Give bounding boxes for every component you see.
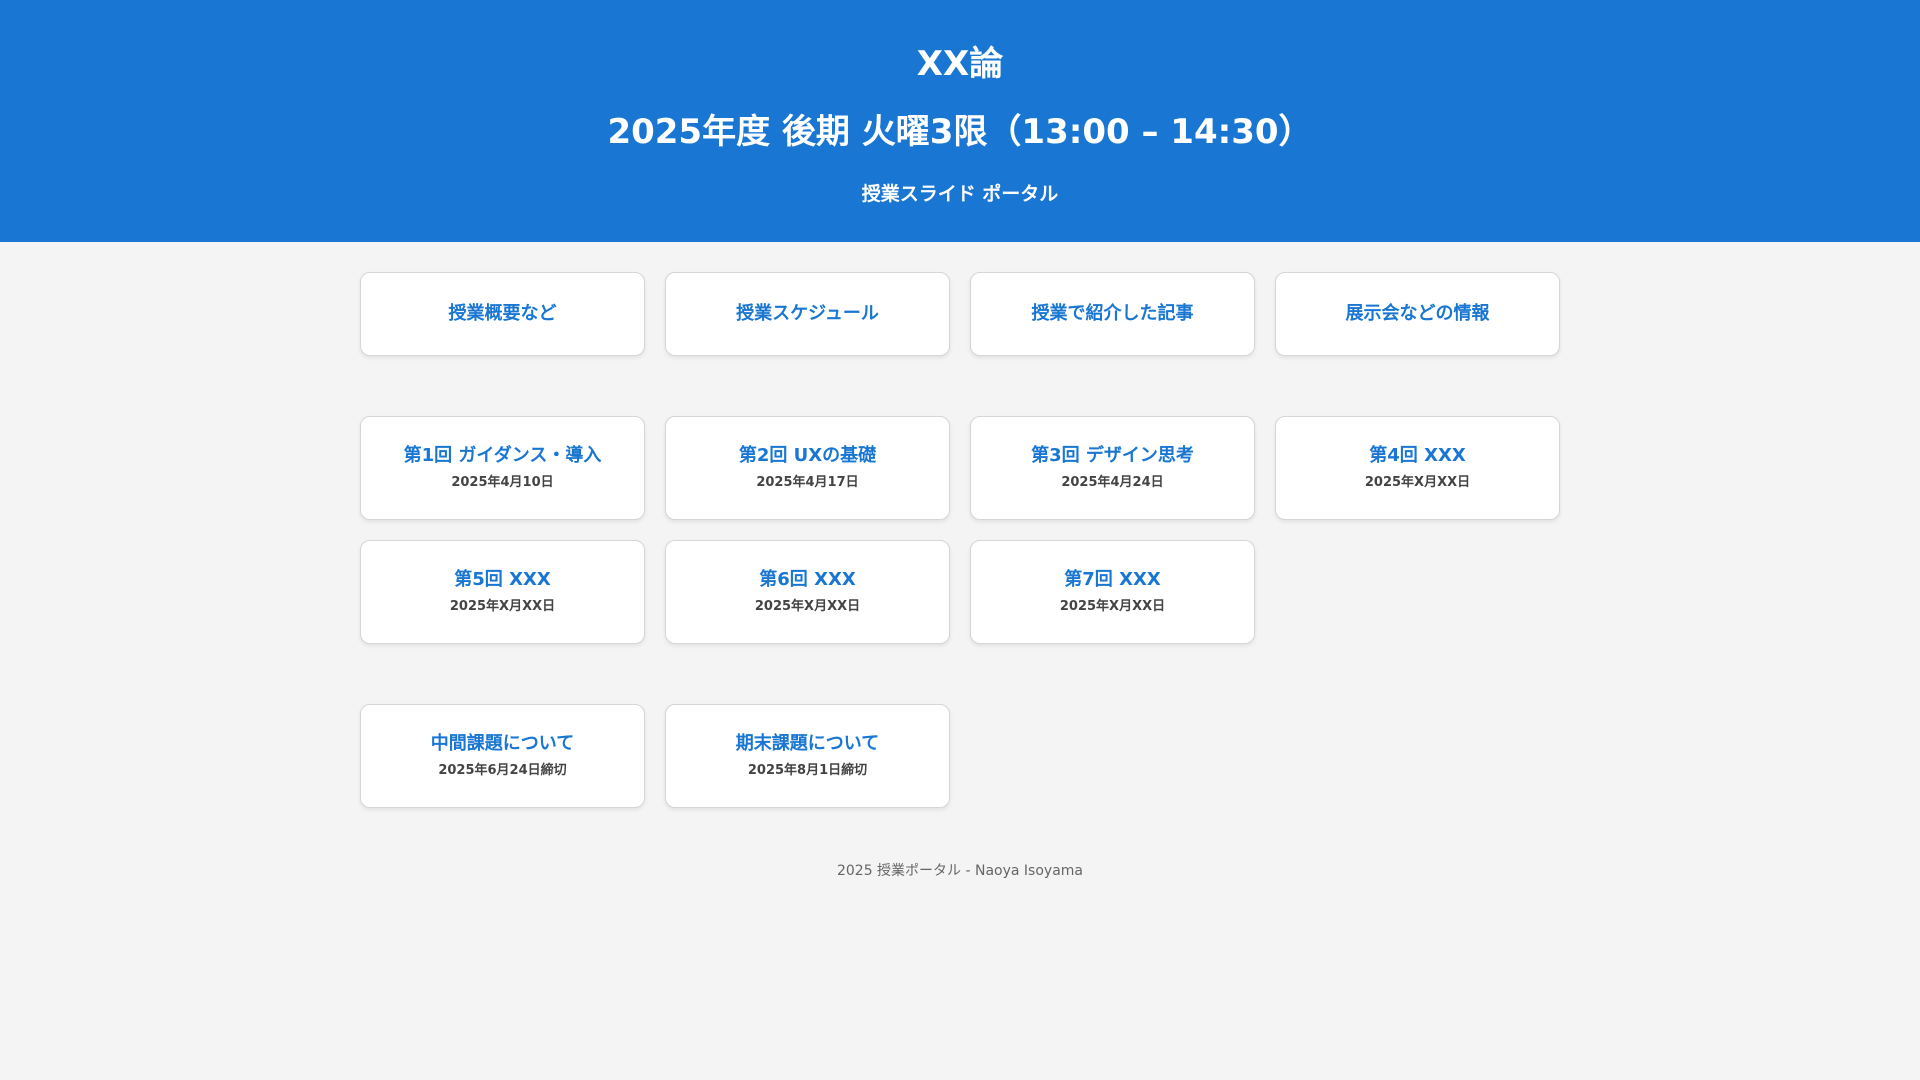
lecture-card-1[interactable]: 第1回 ガイダンス・導入 2025年4月10日 xyxy=(360,416,645,520)
portal-subtitle: 授業スライド ポータル xyxy=(861,183,1059,205)
page-header: XX論 2025年度 後期 火曜3限（13:00 – 14:30） 授業スライド… xyxy=(0,0,1920,242)
term-schedule: 2025年度 後期 火曜3限（13:00 – 14:30） xyxy=(607,112,1313,152)
lecture-title: 第7回 XXX xyxy=(1064,569,1161,590)
lecture-list: 第1回 ガイダンス・導入 2025年4月10日 第2回 UXの基礎 2025年4… xyxy=(360,416,1560,644)
nav-card-exhibitions[interactable]: 展示会などの情報 xyxy=(1275,272,1560,356)
lecture-title: 第6回 XXX xyxy=(759,569,856,590)
lecture-date: 2025年4月24日 xyxy=(1061,475,1164,490)
lecture-date: 2025年X月XX日 xyxy=(449,599,556,614)
lecture-card-3[interactable]: 第3回 デザイン思考 2025年4月24日 xyxy=(970,416,1255,520)
nav-card-label: 授業概要など xyxy=(448,303,557,324)
nav-card-label: 授業スケジュール xyxy=(736,303,879,324)
nav-card-schedule[interactable]: 授業スケジュール xyxy=(665,272,950,356)
lecture-title: 第3回 デザイン思考 xyxy=(1031,445,1194,466)
nav-card-overview[interactable]: 授業概要など xyxy=(360,272,645,356)
lecture-date: 2025年X月XX日 xyxy=(1059,599,1166,614)
assignment-card-final[interactable]: 期末課題について 2025年8月1日締切 xyxy=(665,704,950,808)
lecture-date: 2025年X月XX日 xyxy=(1364,475,1471,490)
assignment-deadline: 2025年8月1日締切 xyxy=(747,763,868,778)
lecture-card-2[interactable]: 第2回 UXの基礎 2025年4月17日 xyxy=(665,416,950,520)
lecture-title: 第2回 UXの基礎 xyxy=(738,445,877,466)
lecture-date: 2025年4月10日 xyxy=(451,475,554,490)
page-footer: 2025 授業ポータル - Naoya Isoyama xyxy=(836,863,1084,879)
nav-card-articles[interactable]: 授業で紹介した記事 xyxy=(970,272,1255,356)
assignment-list: 中間課題について 2025年6月24日締切 期末課題について 2025年8月1日… xyxy=(360,704,1560,808)
lecture-card-6[interactable]: 第6回 XXX 2025年X月XX日 xyxy=(665,540,950,644)
assignment-title: 中間課題について xyxy=(430,733,575,754)
lecture-card-4[interactable]: 第4回 XXX 2025年X月XX日 xyxy=(1275,416,1560,520)
lecture-title: 第1回 ガイダンス・導入 xyxy=(403,445,602,466)
assignment-deadline: 2025年6月24日締切 xyxy=(438,763,567,778)
nav-card-label: 授業で紹介した記事 xyxy=(1031,303,1194,324)
lecture-card-5[interactable]: 第5回 XXX 2025年X月XX日 xyxy=(360,540,645,644)
assignment-title: 期末課題について xyxy=(735,733,880,754)
lecture-card-7[interactable]: 第7回 XXX 2025年X月XX日 xyxy=(970,540,1255,644)
lecture-title: 第5回 XXX xyxy=(454,569,551,590)
lecture-title: 第4回 XXX xyxy=(1369,445,1466,466)
lecture-date: 2025年X月XX日 xyxy=(754,599,861,614)
main-content: 授業概要など 授業スケジュール 授業で紹介した記事 展示会などの情報 第1回 ガ… xyxy=(360,272,1560,880)
course-title: XX論 xyxy=(916,44,1004,84)
assignment-card-midterm[interactable]: 中間課題について 2025年6月24日締切 xyxy=(360,704,645,808)
nav-card-label: 展示会などの情報 xyxy=(1345,303,1490,324)
info-nav: 授業概要など 授業スケジュール 授業で紹介した記事 展示会などの情報 xyxy=(360,272,1560,356)
lecture-date: 2025年4月17日 xyxy=(756,475,859,490)
